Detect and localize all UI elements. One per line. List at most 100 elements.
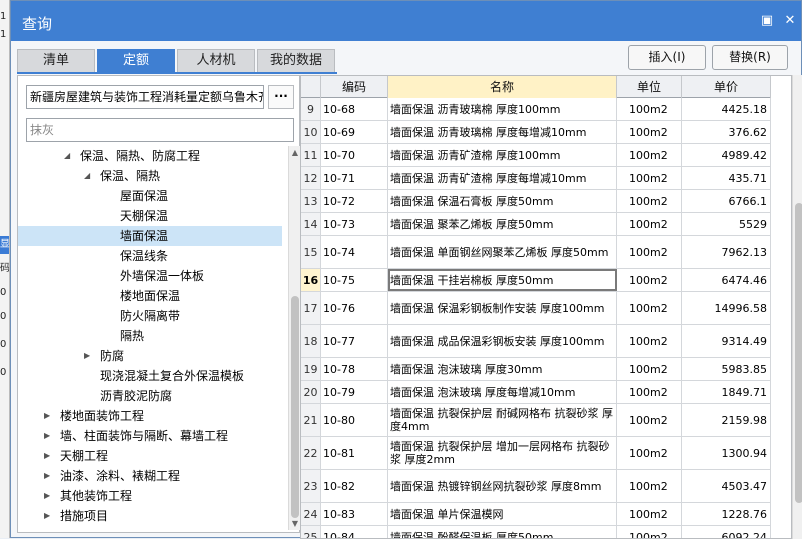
cell-idx[interactable]: 19 — [301, 358, 321, 380]
cell-unit[interactable]: 100m2 — [617, 503, 682, 525]
cell-price[interactable]: 6092.24 — [682, 526, 771, 538]
cell-idx[interactable]: 25 — [301, 526, 321, 538]
close-icon[interactable]: ✕ — [782, 13, 798, 29]
cell-name[interactable]: 墙面保温 成品保温彩钢板安装 厚度100mm — [388, 325, 617, 357]
tree-item[interactable]: 楼地面保温 — [18, 286, 282, 306]
cell-code[interactable]: 10-75 — [321, 269, 388, 291]
table-row[interactable]: 14 10-73 墙面保温 聚苯乙烯板 厚度50mm 100m2 5529 — [301, 213, 771, 236]
table-row[interactable]: 12 10-71 墙面保温 沥青矿渣棉 厚度每增减10mm 100m2 435.71 — [301, 167, 771, 190]
cell-name[interactable]: 墙面保温 沥青玻璃棉 厚度100mm — [388, 98, 617, 120]
cell-idx[interactable]: 21 — [301, 404, 321, 436]
collapse-arrow-icon[interactable]: ▶ — [84, 346, 94, 366]
grid-header-code[interactable]: 编码 — [321, 76, 388, 98]
cell-unit[interactable]: 100m2 — [617, 437, 682, 469]
cell-name[interactable]: 墙面保温 保温石膏板 厚度50mm — [388, 190, 617, 212]
grid-scrollbar[interactable] — [792, 75, 802, 539]
cell-code[interactable]: 10-80 — [321, 404, 388, 436]
tree-item[interactable]: 屋面保温 — [18, 186, 282, 206]
expand-arrow-icon[interactable]: ◢ — [84, 166, 94, 186]
cell-idx[interactable]: 9 — [301, 98, 321, 120]
tree-item[interactable]: 隔热 — [18, 326, 282, 346]
restore-icon[interactable]: ▣ — [759, 13, 775, 29]
cell-name[interactable]: 墙面保温 泡沫玻璃 厚度30mm — [388, 358, 617, 380]
table-row[interactable]: 18 10-77 墙面保温 成品保温彩钢板安装 厚度100mm 100m2 9314.4… — [301, 325, 771, 358]
cell-name[interactable]: 墙面保温 聚苯乙烯板 厚度50mm — [388, 213, 617, 235]
cell-unit[interactable]: 100m2 — [617, 236, 682, 268]
cell-name[interactable]: 墙面保温 保温彩钢板制作安装 厚度100mm — [388, 292, 617, 324]
cell-code[interactable]: 10-84 — [321, 526, 388, 538]
cell-price[interactable]: 7962.13 — [682, 236, 771, 268]
cell-price[interactable]: 14996.58 — [682, 292, 771, 324]
tree-item[interactable]: ◢ 保温、隔热 — [18, 166, 282, 186]
cell-price[interactable]: 5983.85 — [682, 358, 771, 380]
cell-name[interactable]: 墙面保温 热镀锌钢丝网抗裂砂浆 厚度8mm — [388, 470, 617, 502]
cell-price[interactable]: 4425.18 — [682, 98, 771, 120]
tree-item[interactable]: ◢ 保温、隔热、防腐工程 — [18, 146, 282, 166]
table-row[interactable]: 17 10-76 墙面保温 保温彩钢板制作安装 厚度100mm 100m2 14996.… — [301, 292, 771, 325]
cell-unit[interactable]: 100m2 — [617, 325, 682, 357]
grid-header-name[interactable]: 名称 — [388, 76, 617, 98]
table-row[interactable]: 15 10-74 墙面保温 单面钢丝网聚苯乙烯板 厚度50mm 100m2 7962.1… — [301, 236, 771, 269]
cell-idx[interactable]: 17 — [301, 292, 321, 324]
cell-price[interactable]: 1228.76 — [682, 503, 771, 525]
cell-name[interactable]: 墙面保温 酚醛保温板 厚度50mm — [388, 526, 617, 538]
cell-price[interactable]: 6766.1 — [682, 190, 771, 212]
cell-price[interactable]: 9314.49 — [682, 325, 771, 357]
cell-code[interactable]: 10-71 — [321, 167, 388, 189]
dialog-titlebar[interactable]: 查询 ▣ ✕ — [11, 1, 801, 41]
filter-input[interactable]: 抹灰 — [26, 118, 294, 142]
table-row[interactable]: 13 10-72 墙面保温 保温石膏板 厚度50mm 100m2 6766.1 — [301, 190, 771, 213]
cell-price[interactable]: 6474.46 — [682, 269, 771, 291]
scroll-up-icon[interactable]: ▲ — [290, 148, 300, 158]
cell-idx[interactable]: 18 — [301, 325, 321, 357]
cell-price[interactable]: 376.62 — [682, 121, 771, 143]
tree-item[interactable]: 天棚保温 — [18, 206, 282, 226]
tree-item[interactable]: 保温线条 — [18, 246, 282, 266]
collapse-arrow-icon[interactable]: ▶ — [44, 506, 54, 526]
cell-idx[interactable]: 11 — [301, 144, 321, 166]
cell-unit[interactable]: 100m2 — [617, 269, 682, 291]
cell-price[interactable]: 1849.71 — [682, 381, 771, 403]
table-row[interactable]: 22 10-81 墙面保温 抗裂保护层 增加一层网格布 抗裂砂浆 厚度2mm 100m… — [301, 437, 771, 470]
cell-idx[interactable]: 20 — [301, 381, 321, 403]
cell-name[interactable]: 墙面保温 单面钢丝网聚苯乙烯板 厚度50mm — [388, 236, 617, 268]
cell-unit[interactable]: 100m2 — [617, 381, 682, 403]
tree-item[interactable]: 防火隔离带 — [18, 306, 282, 326]
insert-button[interactable]: 插入(I) — [628, 45, 706, 70]
grid-header-unit[interactable]: 单位 — [617, 76, 682, 98]
grid-scrollbar-thumb[interactable] — [795, 203, 802, 503]
cell-idx[interactable]: 12 — [301, 167, 321, 189]
table-row[interactable]: 21 10-80 墙面保温 抗裂保护层 耐碱网格布 抗裂砂浆 厚度4mm 100m2 2… — [301, 404, 771, 437]
tree-item[interactable]: 墙面保温 — [18, 226, 282, 246]
grid-header-price[interactable]: 单价 — [682, 76, 771, 98]
tree-item[interactable]: ▶ 天棚工程 — [18, 446, 282, 466]
collapse-arrow-icon[interactable]: ▶ — [44, 466, 54, 486]
cell-idx[interactable]: 22 — [301, 437, 321, 469]
cell-code[interactable]: 10-79 — [321, 381, 388, 403]
cell-price[interactable]: 435.71 — [682, 167, 771, 189]
cell-unit[interactable]: 100m2 — [617, 167, 682, 189]
cell-name[interactable]: 墙面保温 沥青矿渣棉 厚度每增减10mm — [388, 167, 617, 189]
cell-name[interactable]: 墙面保温 抗裂保护层 增加一层网格布 抗裂砂浆 厚度2mm — [388, 437, 617, 469]
cell-unit[interactable]: 100m2 — [617, 98, 682, 120]
cell-unit[interactable]: 100m2 — [617, 121, 682, 143]
table-row[interactable]: 25 10-84 墙面保温 酚醛保温板 厚度50mm 100m2 6092.24 — [301, 526, 771, 538]
cell-idx[interactable]: 16 — [301, 269, 321, 291]
replace-button[interactable]: 替换(R) — [712, 45, 788, 70]
collapse-arrow-icon[interactable]: ▶ — [44, 426, 54, 446]
collapse-arrow-icon[interactable]: ▶ — [44, 406, 54, 426]
tree-item[interactable]: ▶ 墙、柱面装饰与隔断、幕墙工程 — [18, 426, 282, 446]
tree-item[interactable]: ▶ 防腐 — [18, 346, 282, 366]
cell-price[interactable]: 5529 — [682, 213, 771, 235]
cell-code[interactable]: 10-68 — [321, 98, 388, 120]
cell-idx[interactable]: 13 — [301, 190, 321, 212]
cell-unit[interactable]: 100m2 — [617, 526, 682, 538]
cell-name[interactable]: 墙面保温 干挂岩棉板 厚度50mm — [388, 269, 617, 291]
quota-library-select[interactable]: 新疆房屋建筑与装饰工程消耗量定额乌鲁木齐 — [26, 85, 264, 109]
cell-code[interactable]: 10-81 — [321, 437, 388, 469]
table-row[interactable]: 9 10-68 墙面保温 沥青玻璃棉 厚度100mm 100m2 4425.18 — [301, 98, 771, 121]
cell-code[interactable]: 10-74 — [321, 236, 388, 268]
table-row[interactable]: 16 10-75 墙面保温 干挂岩棉板 厚度50mm 100m2 6474.46 — [301, 269, 771, 292]
tree-item[interactable]: 外墙保温一体板 — [18, 266, 282, 286]
table-row[interactable]: 23 10-82 墙面保温 热镀锌钢丝网抗裂砂浆 厚度8mm 100m2 4503.47 — [301, 470, 771, 503]
